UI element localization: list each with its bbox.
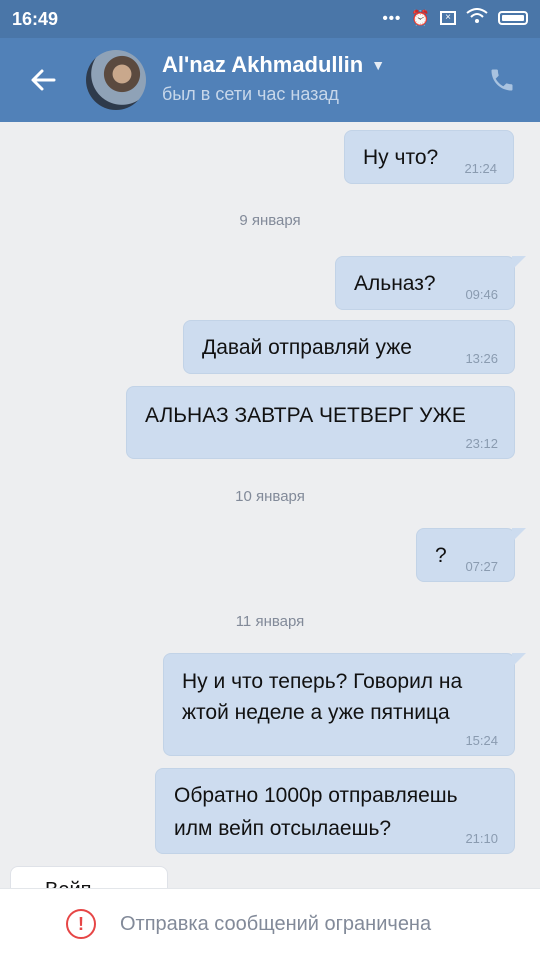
message-bubble[interactable]: Обратно 1000р отправляешь илм вейп отсыл… (155, 768, 515, 854)
bubble-tail (512, 256, 526, 270)
message-time: 21:24 (464, 161, 497, 176)
restriction-text: Отправка сообщений ограничена (120, 913, 432, 935)
back-arrow-icon[interactable] (24, 60, 64, 100)
contact-name-text: Al'naz Akhmadullin (162, 52, 364, 77)
notification-dots-icon: ••• (382, 9, 402, 27)
message-time: 23:12 (465, 436, 498, 451)
message-text-line: Обратно 1000р отправляешь (174, 784, 458, 807)
chevron-down-icon: ▼ (371, 57, 386, 73)
message-text-line: жтой неделе а уже пятница (182, 701, 450, 724)
phone-icon[interactable] (488, 66, 516, 94)
message-bubble[interactable]: Давай отправляй уже 13:26 (183, 320, 515, 374)
message-bubble[interactable]: Ну что? 21:24 (344, 130, 514, 184)
bubble-tail (512, 653, 526, 667)
presence-status: был в сети час назад (162, 84, 339, 104)
battery-icon (498, 11, 528, 25)
no-sim-icon: × (440, 11, 456, 25)
status-time: 16:49 (12, 9, 59, 29)
bubble-tail (512, 528, 526, 542)
message-list[interactable]: Ну что? 21:24 9 января Альназ? 09:46 Дав… (0, 122, 540, 888)
message-time: 07:27 (465, 559, 498, 574)
contact-name[interactable]: Al'naz Akhmadullin ▼ (162, 52, 385, 78)
message-time: 21:10 (465, 831, 498, 846)
status-bar: 16:49 ••• ⏰ × (0, 0, 540, 38)
date-separator: 9 января (239, 212, 301, 229)
status-icons: ••• ⏰ × (383, 8, 528, 28)
message-bubble[interactable]: АЛЬНАЗ ЗАВТРА ЧЕТВЕРГ УЖЕ 23:12 (126, 386, 515, 459)
warning-icon: ! (66, 909, 96, 939)
message-text-line: Ну и что теперь? Говорил на (182, 670, 463, 693)
message-bubble[interactable]: Альназ? 09:46 (335, 256, 526, 310)
chat-header: Al'naz Akhmadullin ▼ был в сети час наза… (0, 38, 540, 122)
message-time: 09:46 (465, 287, 498, 302)
message-bubble[interactable]: Ну и что теперь? Говорил на жтой неделе … (163, 653, 526, 756)
message-time: 13:26 (465, 351, 498, 366)
date-separator: 11 января (235, 613, 305, 630)
avatar[interactable] (86, 50, 146, 110)
incoming-message-bubble[interactable]: Вейп (10, 866, 168, 888)
message-text: Вейп (45, 879, 91, 888)
message-text-line: илм вейп отсылаешь? (174, 817, 392, 840)
wifi-icon (466, 8, 488, 28)
message-bubble[interactable]: ? 07:27 (416, 528, 526, 582)
alarm-off-icon: ⏰ (411, 10, 430, 27)
message-text: АЛЬНАЗ ЗАВТРА ЧЕТВЕРГ УЖЕ (145, 404, 466, 427)
date-separator: 10 января (235, 488, 305, 505)
message-time: 15:24 (465, 733, 498, 748)
restriction-footer: ! Отправка сообщений ограничена (0, 888, 540, 961)
